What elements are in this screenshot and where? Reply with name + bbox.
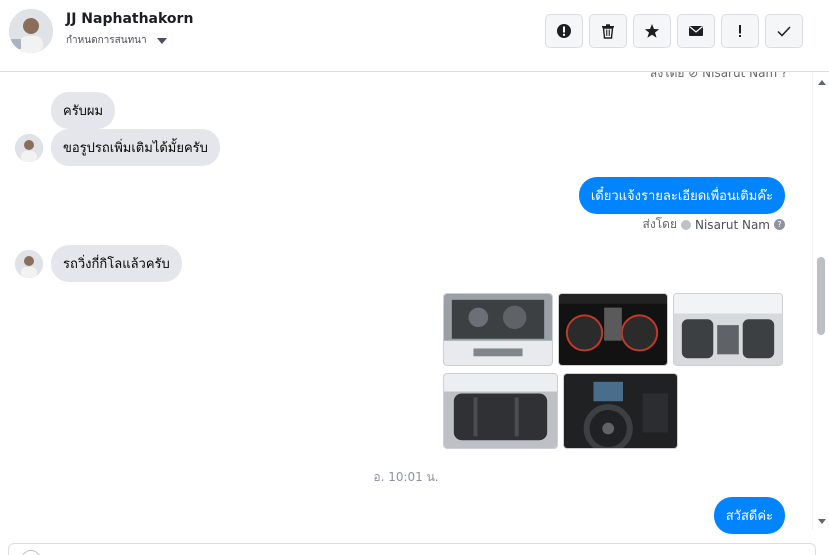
scroll-down-arrow-icon[interactable] <box>818 519 826 524</box>
follow-up-button[interactable] <box>721 14 759 48</box>
star-icon <box>644 24 660 38</box>
incoming-message[interactable]: ขอรูปรถเพิ่มเติมได้มั้ยครับ <box>51 129 220 166</box>
mark-done-button[interactable] <box>765 14 803 48</box>
contact-avatar[interactable] <box>9 9 53 53</box>
add-attachment-icon[interactable] <box>21 550 41 555</box>
delete-button[interactable] <box>589 14 627 48</box>
conversation-header: JJ Naphathakorn กำหนดการสนทนา <box>0 0 829 72</box>
assign-conversation-dropdown[interactable]: กำหนดการสนทนา <box>66 33 167 48</box>
message-timestamp: อ. 10:01 น. <box>373 470 439 484</box>
thread-scrollbar[interactable] <box>812 72 829 530</box>
gauge-photo[interactable] <box>558 293 668 366</box>
contact-name[interactable]: JJ Naphathakorn <box>66 11 193 27</box>
sender-name[interactable]: Nisarut Nam <box>695 218 770 232</box>
outgoing-message[interactable]: เดี๋ยวแจ้งรายละเอียดเพื่อนเติมค๊ะ <box>578 177 785 214</box>
incoming-message[interactable]: รถวิ่งกี่กิโลแล้วครับ <box>51 245 182 282</box>
conversation-actions <box>545 14 803 48</box>
engine-photo[interactable] <box>443 293 553 366</box>
outgoing-message[interactable]: สวัสดีค่ะ <box>713 497 785 534</box>
contact-avatar-small[interactable] <box>15 134 43 162</box>
sent-by-prefix: ส่งโดย <box>642 217 677 231</box>
verified-icon <box>681 219 691 230</box>
mark-spam-button[interactable] <box>545 14 583 48</box>
assign-label: กำหนดการสนทนา <box>66 35 147 46</box>
sent-by-note: ส่งโดย Nisarut Nam ? <box>643 215 785 234</box>
steering-photo[interactable] <box>563 373 678 449</box>
chevron-down-icon <box>156 37 167 44</box>
envelope-icon <box>689 26 703 36</box>
rear-seat-photo[interactable] <box>443 373 558 449</box>
message-composer[interactable] <box>8 543 816 555</box>
scroll-up-arrow-icon[interactable] <box>818 80 826 85</box>
contact-avatar-small[interactable] <box>15 250 43 278</box>
follow-up-icon <box>739 25 741 37</box>
previous-sender-note: ส่งโดย ⊘ Nisarut Nam ? <box>650 72 788 80</box>
message-thread[interactable]: ส่งโดย ⊘ Nisarut Nam ? ครับผม ขอรูปรถเพิ… <box>0 72 812 542</box>
mark-unread-button[interactable] <box>677 14 715 48</box>
spam-icon <box>557 24 571 38</box>
trash-icon <box>602 24 614 39</box>
cabin-photo[interactable] <box>673 293 783 366</box>
star-button[interactable] <box>633 14 671 48</box>
question-icon[interactable]: ? <box>774 219 785 230</box>
incoming-message[interactable]: ครับผม <box>51 92 116 129</box>
scroll-thumb[interactable] <box>817 257 825 335</box>
checkmark-icon <box>777 26 791 37</box>
